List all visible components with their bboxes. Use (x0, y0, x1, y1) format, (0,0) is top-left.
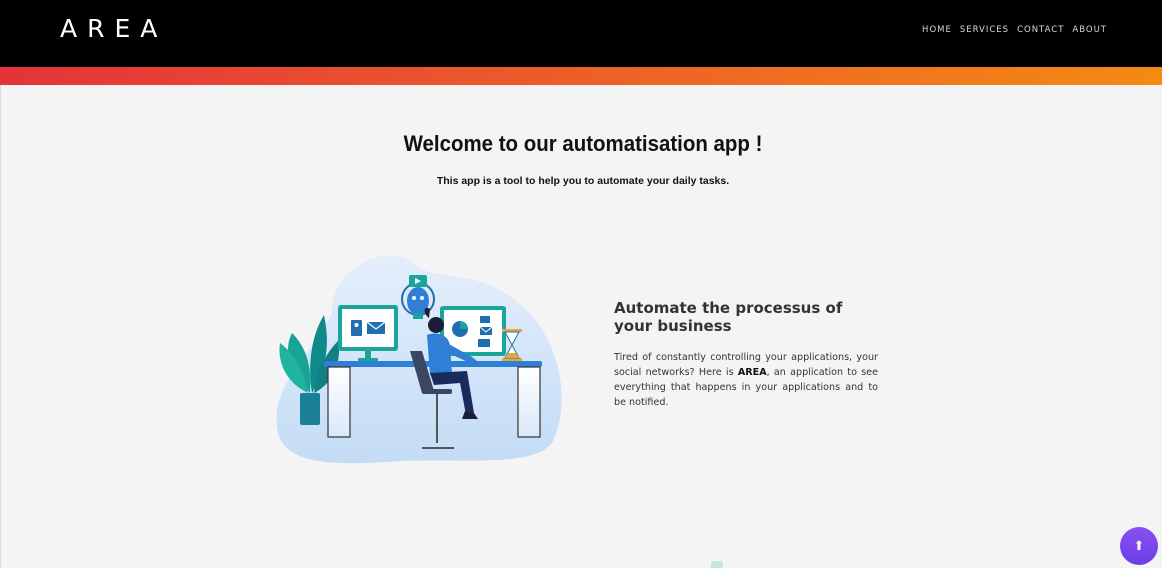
next-section-illustration-peek (711, 561, 723, 568)
arrow-up-icon: ⬆ (1133, 538, 1145, 554)
feature-title: Automate the processus of your business (614, 299, 843, 335)
hero-subtitle: This app is a tool to help you to automa… (436, 175, 730, 187)
header-gradient-bar (0, 67, 1162, 85)
nav-link-contact[interactable]: CONTACT (1017, 25, 1064, 35)
nav-link-home[interactable]: HOME (922, 25, 952, 35)
navbar: AREA HOME SERVICES CONTACT ABOUT (0, 0, 1162, 67)
feature-description: Tired of constantly controlling your app… (614, 350, 878, 410)
nav-link-about[interactable]: ABOUT (1072, 25, 1107, 35)
automation-illustration (276, 255, 562, 464)
nav-menu: HOME SERVICES CONTACT ABOUT (922, 25, 1107, 35)
brand-logo[interactable]: AREA (60, 14, 167, 44)
nav-link-services[interactable]: SERVICES (960, 25, 1009, 35)
page: AREA HOME SERVICES CONTACT ABOUT Welcome… (0, 0, 1162, 568)
hero-title: Welcome to our automatisation app ! (403, 131, 763, 156)
scroll-to-top-button[interactable]: ⬆ (1120, 527, 1158, 565)
page-left-border (0, 85, 1, 568)
feature-text-strong: AREA (737, 367, 767, 378)
